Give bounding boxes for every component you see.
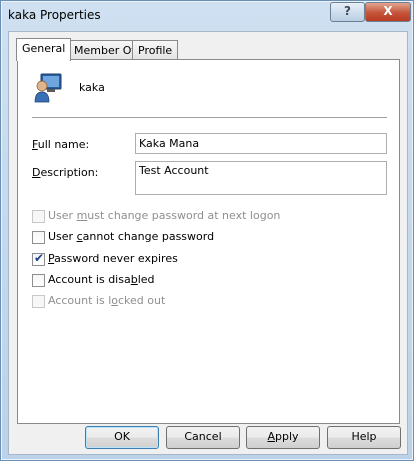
checkbox-box[interactable]: [32, 210, 45, 223]
full-name-label-text: ull name:: [37, 138, 90, 151]
window-title: kaka Properties: [8, 8, 101, 22]
properties-dialog: kaka Properties ? X General Member Of Pr…: [0, 0, 414, 461]
apply-button[interactable]: Apply: [246, 426, 320, 449]
description-label-text: escription:: [40, 166, 99, 179]
tab-general[interactable]: General: [16, 38, 72, 61]
checkbox-label: User cannot change password: [48, 230, 215, 243]
tab-label: Member Of: [74, 44, 136, 57]
help-title-button[interactable]: ?: [330, 2, 365, 22]
separator: [32, 117, 387, 119]
description-field[interactable]: Test Account: [135, 161, 387, 195]
tab-profile[interactable]: Profile: [132, 40, 179, 60]
tab-label: Profile: [138, 44, 173, 57]
full-name-label: Full name:: [32, 138, 89, 151]
checkbox-label: Account is disabled: [48, 273, 155, 286]
checkbox-label: Account is locked out: [48, 294, 166, 307]
tab-member-of[interactable]: Member Of: [68, 40, 142, 60]
title-bar[interactable]: kaka Properties ? X: [1, 1, 413, 31]
cancel-button[interactable]: Cancel: [166, 426, 240, 449]
close-button[interactable]: X: [365, 2, 411, 22]
checkbox-box[interactable]: [32, 231, 45, 244]
checkbox-label: Password never expires: [48, 252, 178, 265]
description-label: Description:: [32, 166, 98, 179]
ok-button[interactable]: OK: [85, 426, 159, 449]
user-icon: [34, 73, 62, 103]
checkbox-box[interactable]: [32, 274, 45, 287]
checkbox-box[interactable]: [32, 295, 45, 308]
general-tab-panel: kaka Full name: Description: Test Accoun…: [17, 59, 400, 424]
checkbox-label: User must change password at next logon: [48, 209, 281, 222]
help-button[interactable]: Help: [327, 426, 401, 449]
dialog-client-area: General Member Of Profile kaka Full name…: [8, 31, 408, 455]
check-mark-icon: ✔: [34, 251, 45, 265]
tab-label: General: [22, 42, 66, 55]
user-name-label: kaka: [79, 81, 105, 94]
checkbox-box[interactable]: ✔: [32, 251, 45, 266]
full-name-field[interactable]: [135, 133, 387, 154]
